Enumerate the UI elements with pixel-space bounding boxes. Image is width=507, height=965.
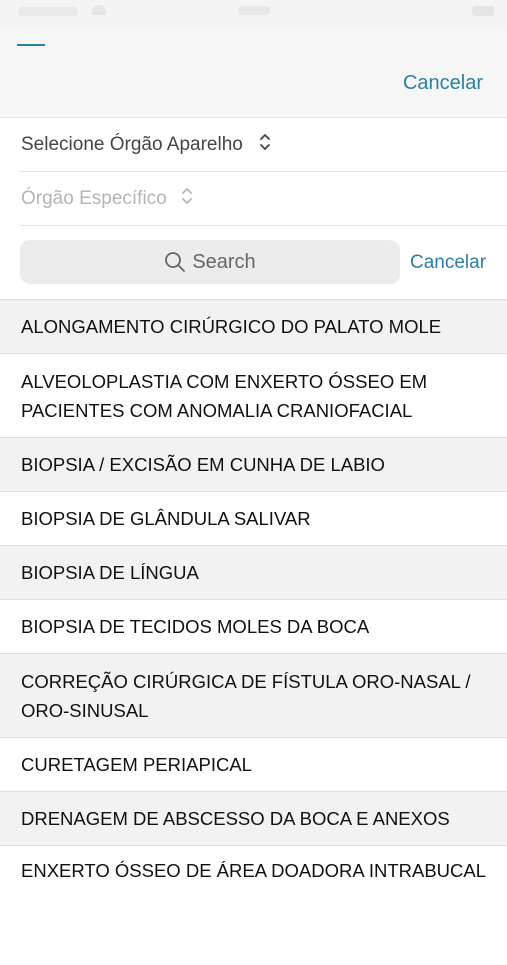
specific-organ-selector[interactable]: Órgão Específico (0, 172, 507, 226)
search-input[interactable]: Search (20, 240, 400, 284)
organ-system-label: Selecione Órgão Aparelho (21, 134, 243, 155)
list-item[interactable]: BIOPSIA / EXCISÃO EM CUNHA DE LABIO (0, 437, 507, 491)
chevron-updown-icon (260, 134, 270, 150)
status-bar (0, 0, 507, 26)
list-item[interactable]: BIOPSIA DE TECIDOS MOLES DA BOCA (0, 599, 507, 653)
organ-system-selector[interactable]: Selecione Órgão Aparelho (0, 118, 507, 172)
list-item[interactable]: ENXERTO ÓSSEO DE ÁREA DOADORA INTRABUCAL (0, 845, 507, 965)
nav-header: Cancelar (0, 26, 507, 118)
procedure-list: ALONGAMENTO CIRÚRGICO DO PALATO MOLE ALV… (0, 299, 507, 965)
chevron-updown-icon (182, 188, 192, 204)
list-item[interactable]: BIOPSIA DE LÍNGUA (0, 545, 507, 599)
header-cancel-button[interactable]: Cancelar (403, 72, 483, 95)
search-bar: Search Cancelar (0, 226, 507, 299)
search-placeholder: Search (192, 250, 256, 273)
list-item[interactable]: BIOPSIA DE GLÂNDULA SALIVAR (0, 491, 507, 545)
battery-icon (472, 6, 494, 16)
list-item[interactable]: DRENAGEM DE ABSCESSO DA BOCA E ANEXOS (0, 791, 507, 845)
list-item[interactable]: CORREÇÃO CIRÚRGICA DE FÍSTULA ORO-NASAL … (0, 653, 507, 737)
search-icon (165, 252, 186, 272)
clock (238, 6, 270, 15)
search-cancel-button[interactable]: Cancelar (410, 252, 486, 274)
list-item[interactable]: CURETAGEM PERIAPICAL (0, 737, 507, 791)
back-indicator[interactable] (17, 44, 45, 46)
carrier-indicator (18, 7, 78, 16)
list-item[interactable]: ALONGAMENTO CIRÚRGICO DO PALATO MOLE (0, 299, 507, 353)
wifi-icon (92, 5, 106, 15)
list-item[interactable]: ALVEOLOPLASTIA COM ENXERTO ÓSSEO EM PACI… (0, 353, 507, 437)
specific-organ-label: Órgão Específico (21, 188, 167, 209)
